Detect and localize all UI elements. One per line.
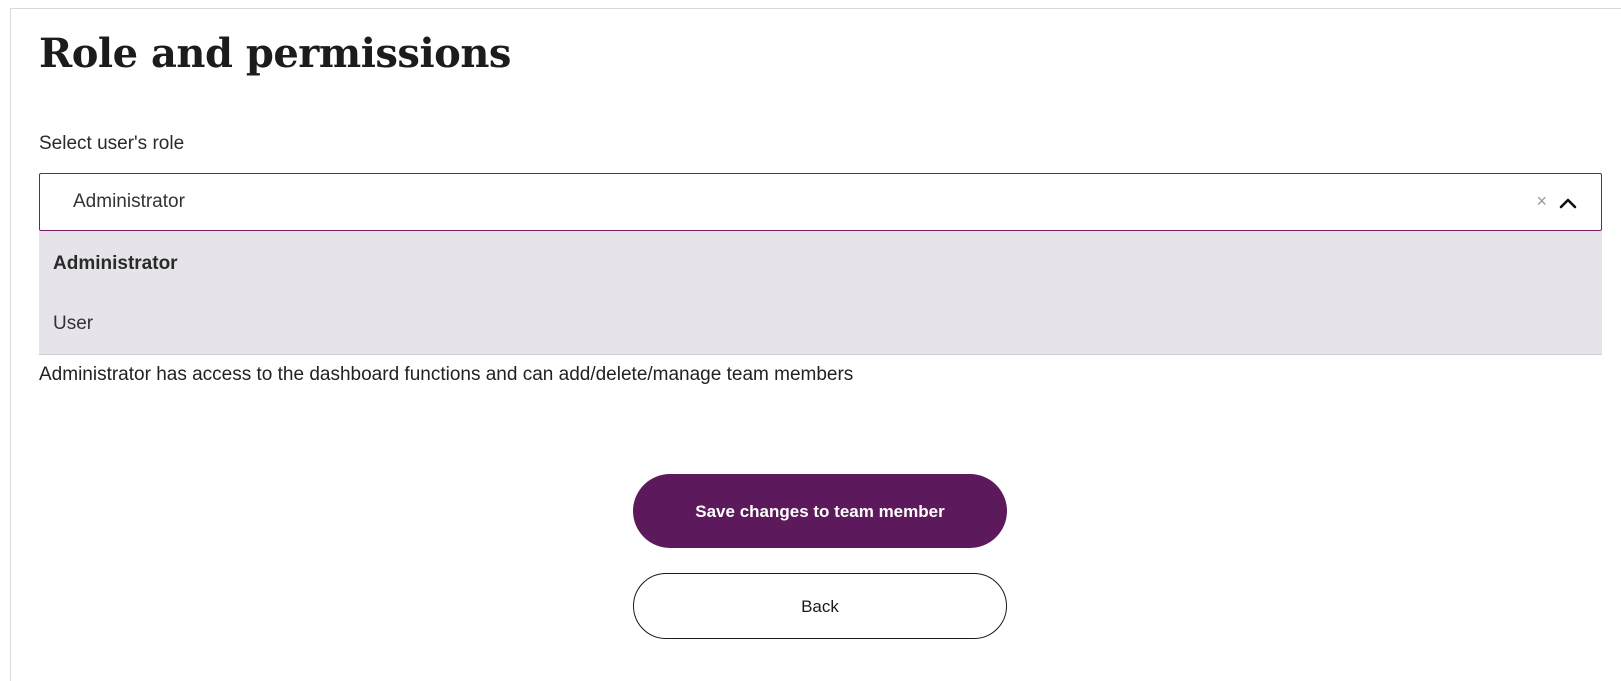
role-select-value: Administrator <box>73 191 185 212</box>
role-select[interactable]: Administrator × <box>39 173 1602 231</box>
close-icon[interactable]: × <box>1536 189 1547 213</box>
role-option-administrator[interactable]: Administrator <box>53 253 178 275</box>
chevron-up-icon[interactable] <box>1557 192 1579 214</box>
role-option-user[interactable]: User <box>53 313 93 335</box>
role-field-label: Select user's role <box>39 133 185 154</box>
save-changes-button[interactable]: Save changes to team member <box>633 474 1007 548</box>
role-help-text: Administrator has access to the dashboar… <box>39 364 854 385</box>
page-title: Role and permissions <box>39 30 511 77</box>
role-dropdown-menu: Administrator User <box>39 231 1602 355</box>
back-button[interactable]: Back <box>633 573 1007 639</box>
